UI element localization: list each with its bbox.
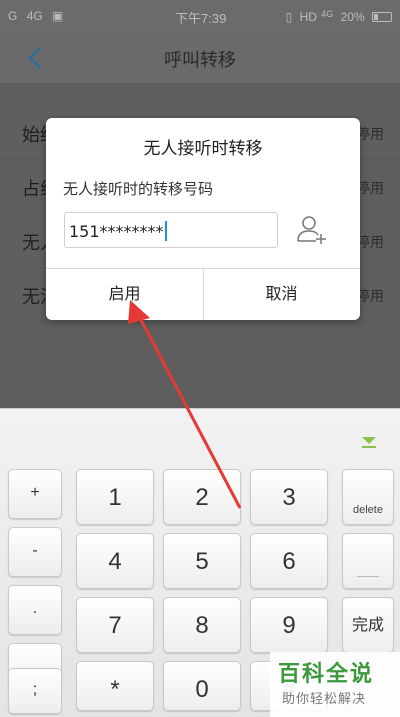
cancel-button[interactable]: 取消	[203, 268, 360, 320]
done-key[interactable]: 完成	[342, 597, 394, 653]
network-type-label: 4G	[26, 9, 43, 23]
key-star[interactable]: *	[76, 661, 154, 711]
dialog-title: 无人接听时转移	[143, 139, 263, 159]
watermark-logo: 百科全说 助你轻松解决	[270, 652, 400, 717]
forward-number-input[interactable]: 151********	[64, 212, 278, 248]
text-caret	[164, 221, 167, 241]
app-header: 呼叫转移	[0, 32, 400, 84]
key-6[interactable]: 6	[250, 533, 328, 589]
collapse-keyboard-icon[interactable]	[360, 435, 378, 449]
setting-status: 停用	[356, 235, 384, 251]
key-minus[interactable]: -	[8, 527, 62, 577]
enable-button[interactable]: 启用	[46, 268, 203, 320]
setting-status: 停用	[356, 127, 384, 143]
key-5[interactable]: 5	[163, 533, 241, 589]
key-plus[interactable]: +	[8, 469, 62, 519]
key-blank[interactable]	[342, 533, 394, 589]
network-4g-label: 4G	[321, 9, 334, 19]
page-title: 呼叫转移	[164, 50, 236, 71]
status-bar: G 4G ▣ 下午7:39 ▯ HD 4G 20%	[0, 0, 400, 32]
forward-dialog: 无人接听时转移 无人接听时的转移号码 151******** 启用 取消	[46, 118, 360, 320]
key-3[interactable]: 3	[250, 469, 328, 525]
key-8[interactable]: 8	[163, 597, 241, 653]
setting-status: 停用	[356, 181, 384, 197]
key-4[interactable]: 4	[76, 533, 154, 589]
blank-key-line	[357, 576, 379, 577]
key-1[interactable]: 1	[76, 469, 154, 525]
key-7[interactable]: 7	[76, 597, 154, 653]
watermark-subtitle: 助你轻松解决	[282, 692, 367, 707]
battery-icon	[372, 12, 392, 22]
hd-label: HD	[299, 10, 317, 24]
delete-key[interactable]: delete	[342, 469, 394, 525]
key-9[interactable]: 9	[250, 597, 328, 653]
forward-number-value: 151********	[69, 221, 167, 241]
number-text: 151********	[69, 222, 164, 241]
watermark-title: 百科全说	[278, 662, 375, 687]
status-time: 下午7:39	[175, 11, 227, 26]
key-0[interactable]: 0	[163, 661, 241, 711]
signal-icon: G	[8, 9, 18, 23]
key-2[interactable]: 2	[163, 469, 241, 525]
dialog-description: 无人接听时的转移号码	[63, 180, 214, 198]
vibrate-icon: ▯	[285, 10, 293, 24]
message-icon: ▣	[52, 9, 64, 23]
key-dot[interactable]: .	[8, 585, 62, 635]
key-semicolon[interactable]: ;	[8, 668, 62, 714]
signal-indicators: G 4G ▣	[8, 9, 69, 23]
setting-status: 停用	[356, 289, 384, 305]
battery-percent: 20%	[340, 10, 365, 24]
add-contact-icon[interactable]	[294, 213, 328, 247]
status-right: ▯ HD 4G 20%	[282, 9, 392, 24]
